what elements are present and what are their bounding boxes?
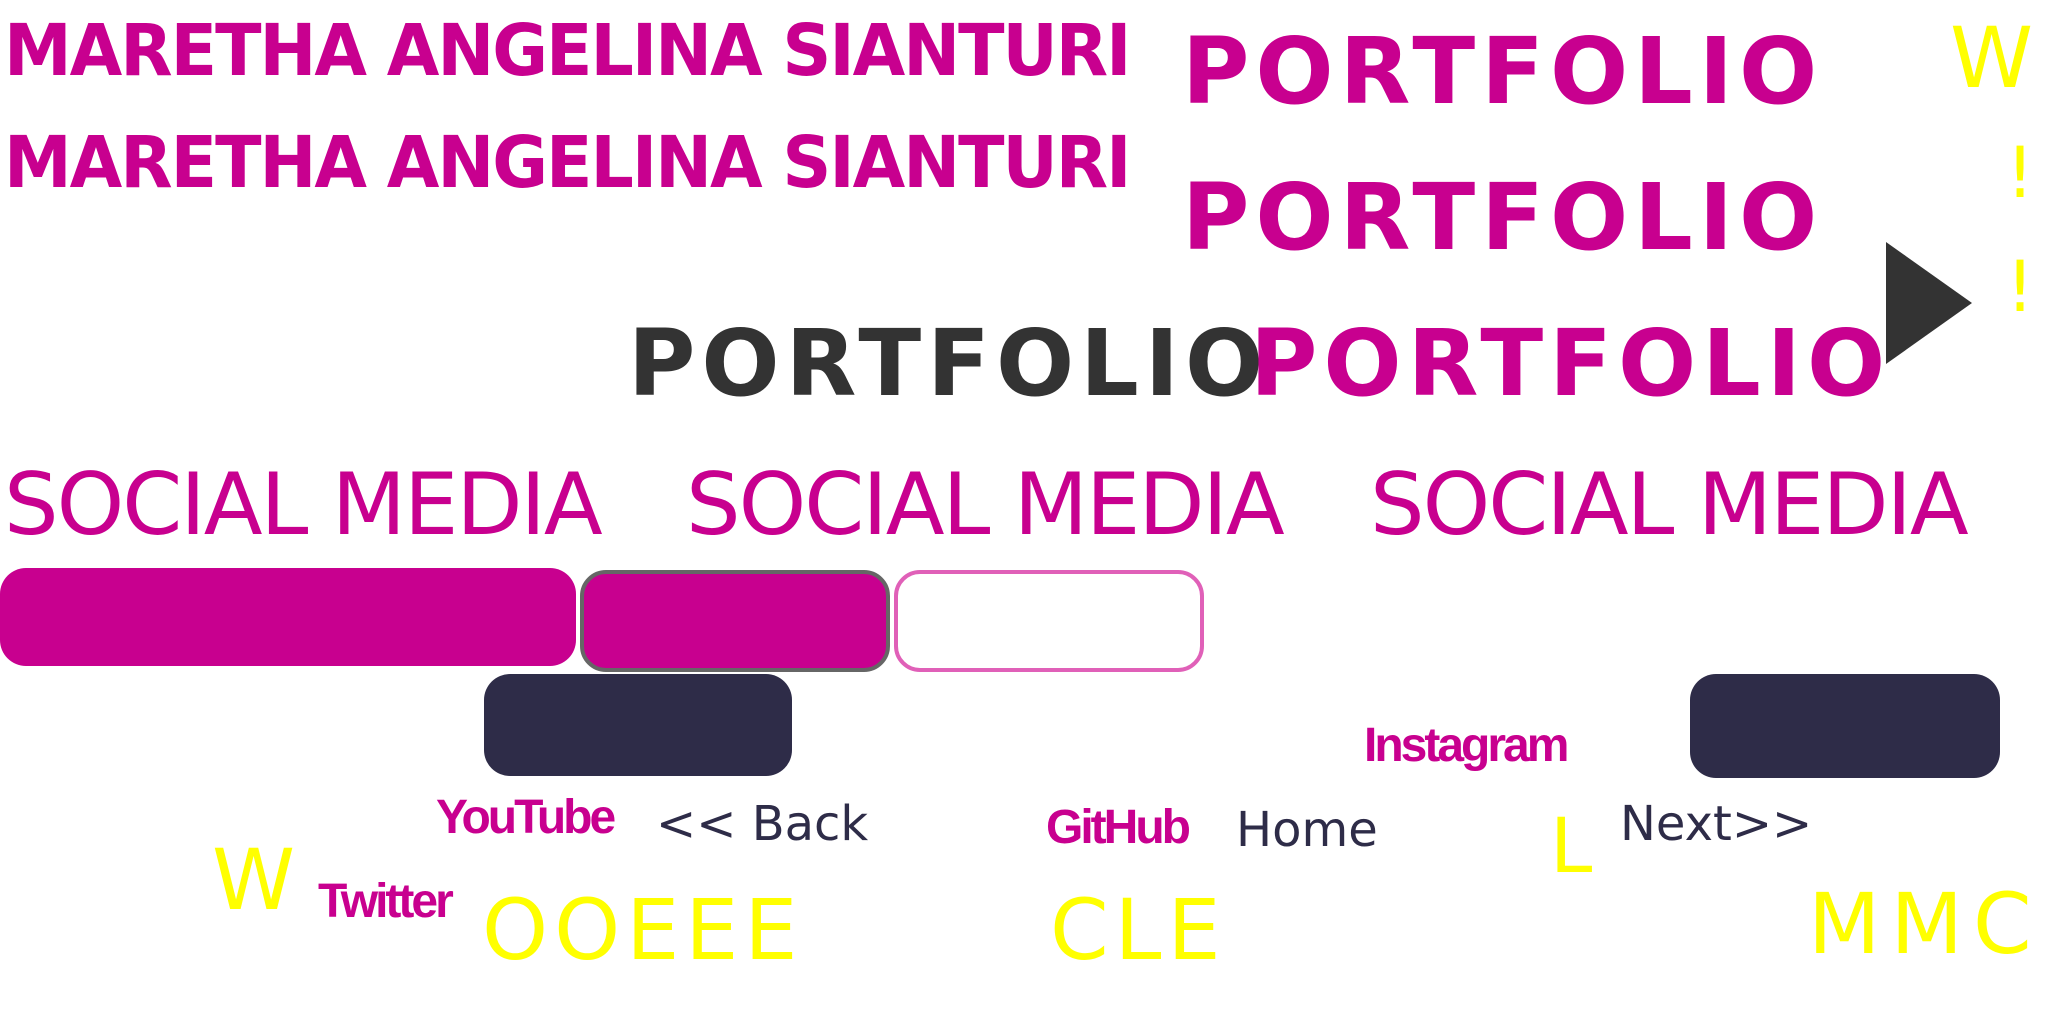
- portfolio-title-2: PORTFOLIO: [1182, 164, 1824, 271]
- play-triangle-icon[interactable]: [1886, 242, 1972, 367]
- home-link[interactable]: Home: [1236, 806, 1378, 854]
- next-button-bar[interactable]: [1690, 674, 2000, 778]
- yellow-letters-mmc: MMC: [1808, 875, 2042, 973]
- name-heading-2: MARETHA ANGELINA SIANTURI: [4, 121, 1131, 205]
- back-link[interactable]: << Back: [656, 800, 868, 848]
- yellow-letter-l: L: [1550, 801, 1593, 890]
- yellow-letter-w-top: W: [1950, 9, 2034, 107]
- youtube-link[interactable]: YouTube: [436, 794, 616, 842]
- social-bar-filled[interactable]: [0, 568, 576, 666]
- social-media-heading-1: SOCIAL MEDIA: [4, 455, 603, 555]
- social-bar-outline[interactable]: [894, 570, 1204, 672]
- yellow-letter-w-bottom: W: [212, 831, 296, 929]
- next-link[interactable]: Next>>: [1620, 800, 1812, 848]
- name-heading-1: MARETHA ANGELINA SIANTURI: [4, 9, 1131, 93]
- social-bar-selected[interactable]: [580, 570, 890, 672]
- yellow-letters-ooeee: OOEEE: [482, 881, 804, 979]
- social-media-heading-2: SOCIAL MEDIA: [686, 455, 1285, 555]
- instagram-link[interactable]: Instagram: [1364, 722, 1569, 770]
- portfolio-title-3: PORTFOLIO: [1250, 310, 1892, 417]
- social-media-heading-3: SOCIAL MEDIA: [1370, 455, 1969, 555]
- portfolio-title-1: PORTFOLIO: [1182, 18, 1824, 125]
- yellow-exclamation-2: !: [2006, 246, 2035, 328]
- yellow-exclamation-1: !: [2006, 132, 2035, 214]
- back-button-bar[interactable]: [484, 674, 792, 776]
- portfolio-title-dark: PORTFOLIO: [628, 310, 1270, 417]
- twitter-link[interactable]: Twitter: [318, 878, 454, 926]
- yellow-letters-cle: CLE: [1050, 881, 1227, 979]
- github-link[interactable]: GitHub: [1046, 804, 1191, 852]
